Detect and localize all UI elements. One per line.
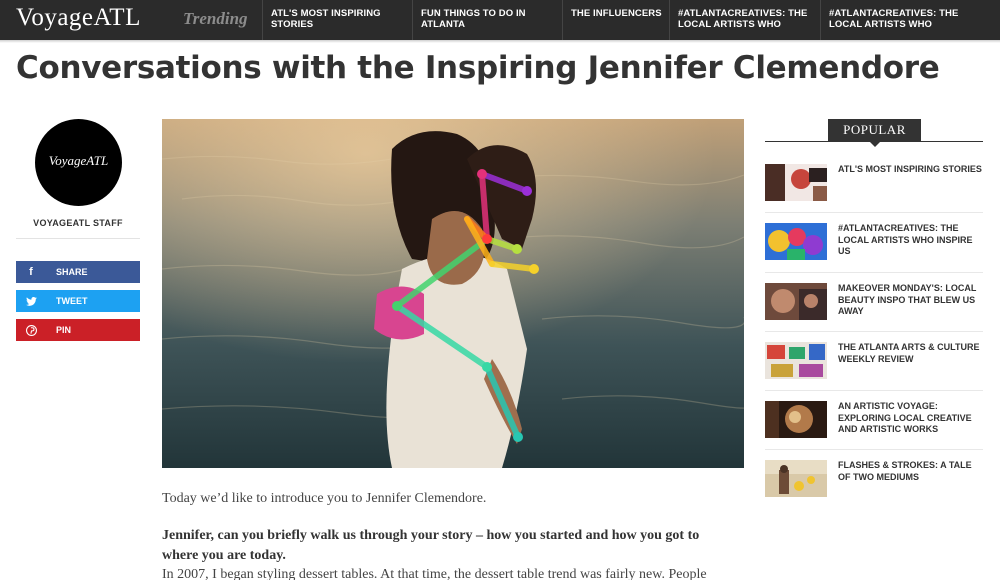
author-divider: [16, 238, 140, 239]
share-label: SHARE: [56, 267, 88, 277]
popular-divider: [765, 272, 983, 273]
author-name[interactable]: VOYAGEATL STAFF: [16, 218, 140, 228]
nav-link-inspiring-stories[interactable]: ATL'S MOST INSPIRING STORIES: [271, 8, 391, 30]
twitter-icon: [16, 290, 46, 312]
avatar-logo-text: VoyageATL: [48, 153, 109, 168]
popular-thumbnail[interactable]: [765, 223, 827, 260]
nav-link-atlanta-creatives-2[interactable]: #ATLANTACREATIVES: THE LOCAL ARTISTS WHO: [829, 8, 964, 30]
interview-answer: In 2007, I began styling dessert tables.…: [162, 567, 707, 580]
trending-label: Trending: [183, 9, 248, 28]
hero-photo: [162, 119, 744, 468]
popular-item-title[interactable]: FLASHES & STROKES: A TALE OF TWO MEDIUMS: [838, 460, 986, 483]
twitter-share-button[interactable]: TWEET: [16, 290, 140, 312]
popular-divider: [765, 390, 983, 391]
tweet-label: TWEET: [56, 296, 88, 306]
popular-item[interactable]: #ATLANTACREATIVES: THE LOCAL ARTISTS WHO…: [765, 223, 983, 279]
popular-thumbnail[interactable]: [765, 460, 827, 497]
nav-divider: [562, 0, 563, 40]
popular-item-title[interactable]: ATL'S MOST INSPIRING STORIES: [838, 164, 986, 176]
author-avatar[interactable]: VoyageATL: [35, 119, 122, 206]
pinterest-share-button[interactable]: PIN: [16, 319, 140, 341]
nav-divider: [669, 0, 670, 40]
popular-thumbnail[interactable]: [765, 164, 827, 201]
pin-label: PIN: [56, 325, 72, 335]
popular-item-title[interactable]: #ATLANTACREATIVES: THE LOCAL ARTISTS WHO…: [838, 223, 986, 258]
popular-thumbnail[interactable]: [765, 401, 827, 438]
nav-divider: [820, 0, 821, 40]
nav-divider: [262, 0, 263, 40]
popular-item-title[interactable]: THE ATLANTA ARTS & CULTURE WEEKLY REVIEW: [838, 342, 986, 365]
top-navbar: VoyageATL Trending ATL'S MOST INSPIRING …: [0, 0, 1000, 40]
nav-divider: [412, 0, 413, 40]
popular-item-title[interactable]: MAKEOVER MONDAY'S: LOCAL BEAUTY INSPO TH…: [838, 283, 986, 318]
nav-shadow: [0, 40, 1000, 43]
nav-link-atlanta-creatives[interactable]: #ATLANTACREATIVES: THE LOCAL ARTISTS WHO: [678, 8, 813, 30]
popular-thumbnail[interactable]: [765, 283, 827, 320]
popular-heading-arrow: [869, 141, 881, 147]
popular-heading: POPULAR: [828, 119, 921, 141]
article-title: Conversations with the Inspiring Jennife…: [16, 50, 940, 86]
popular-divider: [765, 449, 983, 450]
popular-thumbnail[interactable]: [765, 342, 827, 379]
pinterest-icon: [16, 319, 46, 341]
nav-link-fun-things[interactable]: FUN THINGS TO DO IN ATLANTA: [421, 8, 546, 30]
nav-link-influencers[interactable]: THE INFLUENCERS: [571, 8, 666, 19]
popular-divider: [765, 331, 983, 332]
popular-item[interactable]: FLASHES & STROKES: A TALE OF TWO MEDIUMS: [765, 460, 983, 516]
popular-item-title[interactable]: AN ARTISTIC VOYAGE: EXPLORING LOCAL CREA…: [838, 401, 986, 436]
facebook-share-button[interactable]: f SHARE: [16, 261, 140, 283]
interview-question: Jennifer, can you briefly walk us throug…: [162, 528, 700, 563]
article-intro: Today we’d like to introduce you to Jenn…: [162, 491, 487, 506]
facebook-icon: f: [29, 266, 33, 278]
site-logo[interactable]: VoyageATL: [16, 4, 141, 32]
popular-divider: [765, 212, 983, 213]
